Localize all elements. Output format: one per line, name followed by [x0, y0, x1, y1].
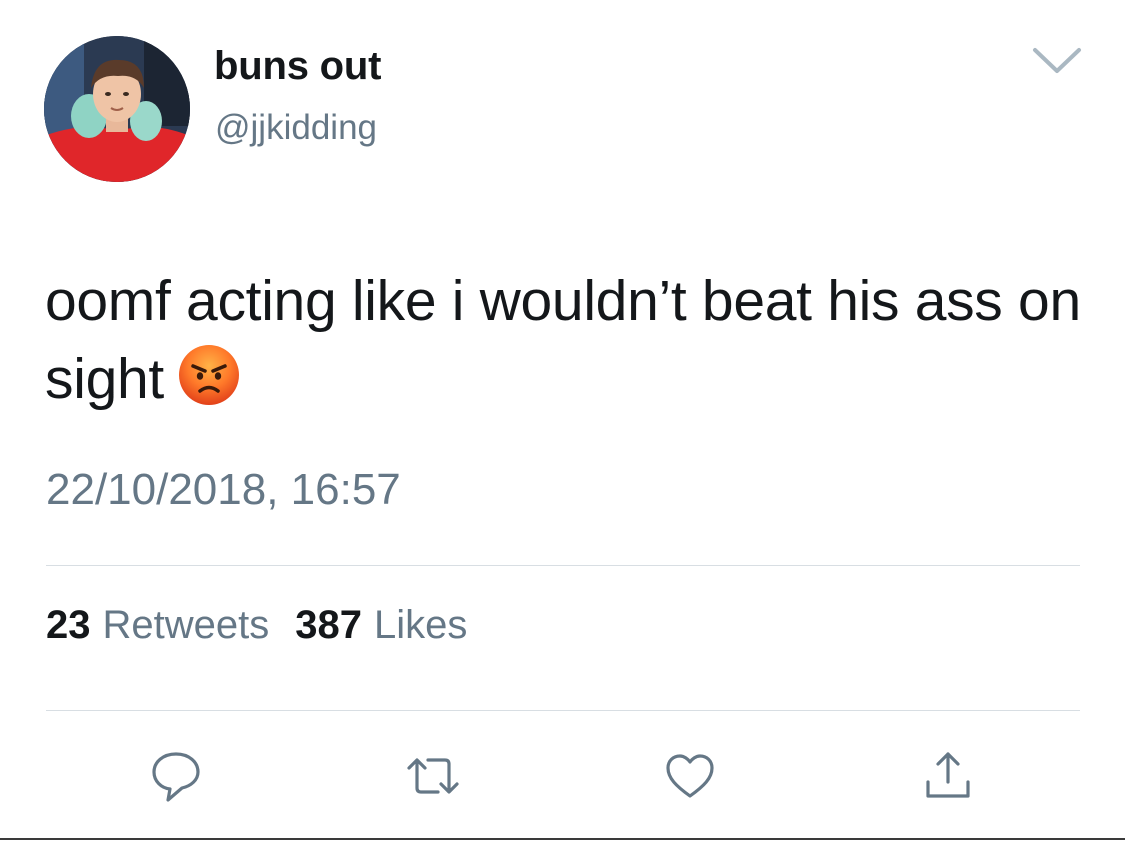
- bottom-border: [0, 838, 1125, 840]
- reply-icon[interactable]: [148, 748, 204, 804]
- tweet-timestamp[interactable]: 22/10/2018, 16:57: [46, 465, 401, 515]
- heart-icon[interactable]: [662, 748, 718, 804]
- chevron-down-icon[interactable]: [1031, 46, 1083, 76]
- avatar[interactable]: [44, 36, 190, 182]
- retweets-count: 23: [46, 603, 91, 647]
- tweet-detail: buns out @jjkidding oomf acting like i w…: [0, 0, 1125, 844]
- retweets-label: Retweets: [102, 603, 270, 647]
- divider: [46, 565, 1080, 566]
- angry-face-icon: [178, 344, 240, 406]
- tweet-text: oomf acting like i wouldn’t beat his ass…: [45, 262, 1085, 418]
- user-handle[interactable]: @jjkidding: [215, 108, 377, 148]
- divider: [46, 710, 1080, 711]
- retweet-icon[interactable]: [405, 748, 461, 804]
- share-icon[interactable]: [920, 748, 976, 804]
- avatar-image: [44, 36, 190, 182]
- likes-label: Likes: [374, 603, 468, 647]
- engagement-stats: 23 Retweets 387 Likes: [46, 603, 493, 648]
- retweets-stat[interactable]: 23 Retweets: [46, 603, 269, 648]
- likes-count: 387: [295, 603, 362, 647]
- display-name[interactable]: buns out: [214, 44, 381, 89]
- likes-stat[interactable]: 387 Likes: [295, 603, 467, 648]
